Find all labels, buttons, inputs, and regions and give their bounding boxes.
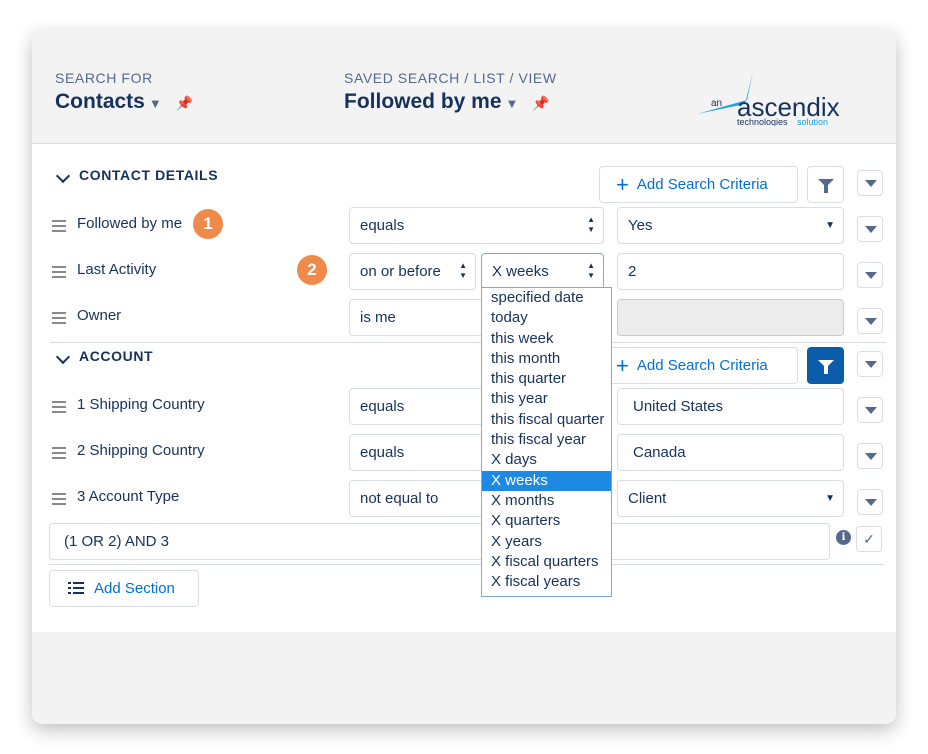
dropdown-option[interactable]: X quarters	[482, 511, 611, 531]
dropdown-option[interactable]: X years	[482, 532, 611, 552]
value-input[interactable]: Canada	[617, 434, 844, 471]
add-search-criteria-button[interactable]: + Add Search Criteria	[599, 166, 798, 203]
info-icon[interactable]: i	[836, 530, 851, 545]
drag-handle-icon[interactable]	[52, 220, 66, 232]
dropdown-option[interactable]: this quarter	[482, 369, 611, 389]
chevron-down-icon[interactable]: ▼	[506, 96, 519, 111]
row-menu-button[interactable]	[857, 397, 883, 423]
drag-handle-icon[interactable]	[52, 312, 66, 324]
step-badge: 1	[193, 209, 223, 239]
row-menu-button[interactable]	[857, 489, 883, 515]
list-icon	[68, 582, 84, 595]
section-divider	[50, 342, 886, 343]
ascendix-logo: an ascendix technologies solution	[697, 72, 840, 126]
row-menu-button[interactable]	[857, 308, 883, 334]
filter-icon	[818, 179, 834, 193]
section-menu-button[interactable]	[857, 170, 883, 196]
select-arrows-icon: ▲ ▼	[587, 261, 595, 280]
drag-handle-icon[interactable]	[52, 493, 66, 505]
value-input-disabled	[617, 299, 844, 336]
criteria-panel: CONTACT DETAILS + Add Search Criteria Fol…	[32, 144, 896, 632]
drag-handle-icon[interactable]	[52, 401, 66, 413]
row-menu-button[interactable]	[857, 443, 883, 469]
drag-handle-icon[interactable]	[52, 266, 66, 278]
search-for-label: SEARCH FOR	[55, 70, 153, 86]
section-divider	[49, 564, 885, 565]
criteria-label: Followed by me	[77, 215, 183, 232]
dropdown-option[interactable]: X days	[482, 450, 611, 470]
drag-handle-icon[interactable]	[52, 447, 66, 459]
chevron-down-icon[interactable]	[55, 168, 71, 184]
search-header: SEARCH FOR Contacts ▼ 📌 SAVED SEARCH / LIS…	[32, 30, 896, 144]
dropdown-option[interactable]: this year	[482, 389, 611, 409]
section-title-contact: CONTACT DETAILS	[79, 167, 219, 183]
saved-search-name: Followed by me	[344, 90, 502, 113]
pin-icon[interactable]: 📌	[532, 95, 549, 111]
object-name: Contacts	[55, 90, 145, 113]
operator-select[interactable]: on or before ▲ ▼	[349, 253, 476, 290]
plus-icon: +	[616, 353, 629, 378]
chevron-down-icon: ▼	[825, 493, 835, 504]
filter-logic-input[interactable]: (1 OR 2) AND 3	[49, 523, 830, 560]
chevron-down-icon: ▼	[825, 220, 835, 231]
filter-icon	[818, 360, 834, 374]
dropdown-option[interactable]: X months	[482, 491, 611, 511]
row-menu-button[interactable]	[857, 216, 883, 242]
criteria-label: 2 Shipping Country	[77, 442, 205, 459]
saved-search-selector[interactable]: Followed by me ▼ 📌	[344, 90, 550, 114]
dropdown-option[interactable]: this fiscal year	[482, 430, 611, 450]
chevron-down-icon[interactable]: ▼	[149, 96, 162, 111]
select-arrows-icon: ▲ ▼	[587, 215, 595, 234]
criteria-label: Owner	[77, 307, 122, 324]
criteria-label: Last Activity	[77, 261, 157, 278]
dropdown-option[interactable]: X fiscal quarters	[482, 552, 611, 572]
chevron-down-icon[interactable]	[55, 349, 71, 365]
dropdown-option[interactable]: X fiscal years	[482, 572, 611, 592]
add-section-button[interactable]: Add Section	[49, 570, 199, 607]
filter-button[interactable]	[807, 347, 844, 384]
value-select[interactable]: Yes ▼	[617, 207, 844, 244]
dropdown-option[interactable]: this month	[482, 349, 611, 369]
row-menu-button[interactable]	[857, 262, 883, 288]
pin-icon[interactable]: 📌	[176, 95, 193, 111]
object-selector[interactable]: Contacts ▼ 📌	[55, 90, 193, 114]
dropdown-option[interactable]: this week	[482, 329, 611, 349]
dropdown-option[interactable]: this fiscal quarter	[482, 410, 611, 430]
saved-search-label: SAVED SEARCH / LIST / VIEW	[344, 70, 557, 86]
add-search-criteria-button[interactable]: + Add Search Criteria	[599, 347, 798, 384]
check-icon[interactable]: ✓	[856, 526, 882, 552]
value-input[interactable]: United States	[617, 388, 844, 425]
filter-button[interactable]	[807, 166, 844, 203]
criteria-label: 3 Account Type	[77, 488, 180, 505]
svg-text:technologies: technologies	[737, 117, 788, 126]
dropdown-option[interactable]: specified date	[482, 288, 611, 308]
criteria-label: 1 Shipping Country	[77, 396, 205, 413]
value-input[interactable]: 2	[617, 253, 844, 290]
date-unit-select[interactable]: X weeks ▲ ▼	[481, 253, 604, 290]
svg-text:solution: solution	[797, 117, 828, 126]
step-badge: 2	[297, 255, 327, 285]
section-menu-button[interactable]	[857, 351, 883, 377]
dropdown-option-selected[interactable]: X weeks	[482, 470, 611, 491]
svg-text:an: an	[711, 98, 722, 109]
operator-select[interactable]: equals ▲ ▼	[349, 207, 604, 244]
plus-icon: +	[616, 172, 629, 197]
search-card: SEARCH FOR Contacts ▼ 📌 SAVED SEARCH / LIS…	[32, 30, 896, 724]
select-arrows-icon: ▲ ▼	[459, 261, 467, 280]
date-unit-dropdown[interactable]: specified date today this week this mont…	[481, 287, 612, 597]
section-title-account: ACCOUNT	[79, 348, 154, 364]
dropdown-option[interactable]: today	[482, 308, 611, 328]
value-select[interactable]: Client ▼	[617, 480, 844, 517]
